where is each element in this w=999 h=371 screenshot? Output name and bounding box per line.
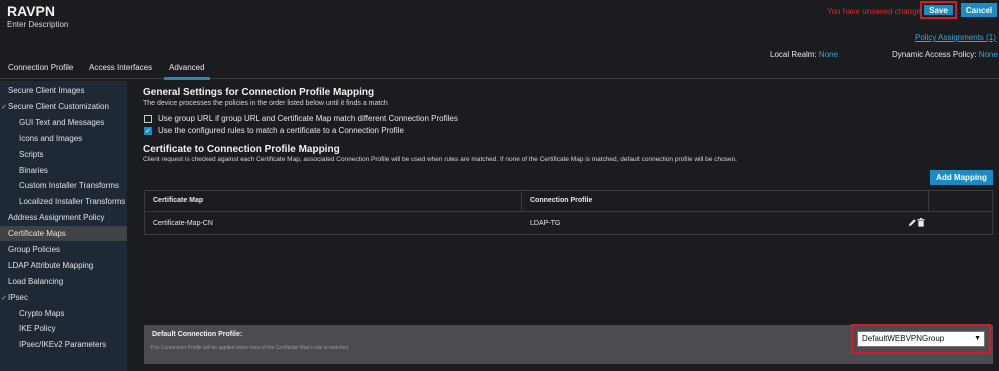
sidebar-item-secure-client-images[interactable]: Secure Client Images <box>0 83 127 98</box>
default-connection-profile-value: DefaultWEBVPNGroup <box>862 334 945 343</box>
sidebar-item-certificate-maps[interactable]: Certificate Maps <box>0 226 127 241</box>
sidebar-item-crypto-maps[interactable]: Crypto Maps <box>0 306 127 321</box>
sidebar: Secure Client Images ✓Secure Client Cust… <box>0 81 127 371</box>
column-header-connection-profile: Connection Profile <box>530 197 593 204</box>
sidebar-item-label: IPsec <box>8 293 29 302</box>
sidebar-item-gui-text-and-messages[interactable]: GUI Text and Messages <box>0 115 127 130</box>
sidebar-item-icons-and-images[interactable]: Icons and Images <box>0 131 127 146</box>
page-description[interactable]: Enter Description <box>7 20 68 29</box>
cell-certificate-map: Certificate-Map-CN <box>153 220 213 227</box>
caret-down-icon: ▼ <box>974 335 981 342</box>
tab-advanced[interactable]: Advanced <box>164 63 210 80</box>
sidebar-item-custom-installer-transforms[interactable]: Custom Installer Transforms <box>0 178 127 193</box>
tab-connection-profile[interactable]: Connection Profile <box>8 63 73 72</box>
sidebar-item-address-assignment-policy[interactable]: Address Assignment Policy <box>0 210 127 225</box>
column-separator <box>928 191 929 211</box>
chevron-down-icon: ✓ <box>1 295 7 302</box>
trash-icon[interactable] <box>917 218 925 227</box>
add-mapping-button[interactable]: Add Mapping <box>930 170 993 185</box>
certificate-mapping-subtext: Client request is checked against each C… <box>143 156 737 163</box>
column-header-certificate-map: Certificate Map <box>153 197 204 204</box>
save-button-highlight: Save <box>920 1 957 19</box>
sidebar-item-localized-installer-transforms[interactable]: Localized Installer Transforms <box>0 194 127 209</box>
sidebar-item-binaries[interactable]: Binaries <box>0 163 127 178</box>
sidebar-item-ipsec[interactable]: ✓IPsec <box>0 290 127 305</box>
configured-rules-checkbox[interactable]: ✓ <box>144 127 152 135</box>
sidebar-item-secure-client-customization[interactable]: ✓Secure Client Customization <box>0 99 127 114</box>
tab-access-interfaces[interactable]: Access Interfaces <box>89 63 152 72</box>
configured-rules-checkbox-label: Use the configured rules to match a cert… <box>158 126 404 135</box>
default-connection-profile-panel: Default Connection Profile: This Connect… <box>144 324 993 364</box>
page-title: RAVPN <box>7 3 55 19</box>
pencil-icon[interactable] <box>908 218 917 227</box>
policy-assignments-link[interactable]: Policy Assignments (1) <box>915 33 996 42</box>
chevron-down-icon: ✓ <box>1 104 7 111</box>
certificate-mapping-table: Certificate Map Connection Profile Certi… <box>144 190 993 235</box>
default-connection-profile-label: Default Connection Profile: <box>152 331 243 338</box>
group-url-checkbox[interactable] <box>144 115 152 123</box>
save-button[interactable]: Save <box>924 5 953 15</box>
group-url-checkbox-label: Use group URL if group URL and Certifica… <box>158 114 458 123</box>
general-settings-subtext: The device processes the policies in the… <box>143 100 388 107</box>
certificate-mapping-heading: Certificate to Connection Profile Mappin… <box>143 144 340 155</box>
check-icon: ✓ <box>145 128 151 135</box>
cell-connection-profile: LDAP-TG <box>530 220 561 227</box>
sidebar-item-scripts[interactable]: Scripts <box>0 147 127 162</box>
general-settings-heading: General Settings for Connection Profile … <box>143 87 375 98</box>
tab-bar: Connection Profile Access Interfaces Adv… <box>0 58 999 80</box>
sidebar-item-group-policies[interactable]: Group Policies <box>0 242 127 257</box>
sidebar-item-load-balancing[interactable]: Load Balancing <box>0 274 127 289</box>
sidebar-item-label: Secure Client Customization <box>8 102 109 111</box>
sidebar-item-ldap-attribute-mapping[interactable]: LDAP Attribute Mapping <box>0 258 127 273</box>
cancel-button[interactable]: Cancel <box>961 3 997 17</box>
sidebar-item-ike-policy[interactable]: IKE Policy <box>0 321 127 336</box>
default-connection-profile-help: This Connection Profile will be applied … <box>150 345 350 351</box>
sidebar-item-ipsec-ikev2-parameters[interactable]: IPsec/IKEv2 Parameters <box>0 337 127 352</box>
unsaved-changes-notice: You have unsaved changes <box>827 7 926 16</box>
default-connection-profile-select[interactable]: DefaultWEBVPNGroup ▼ <box>857 331 985 347</box>
default-profile-select-highlight: DefaultWEBVPNGroup ▼ <box>851 324 991 354</box>
